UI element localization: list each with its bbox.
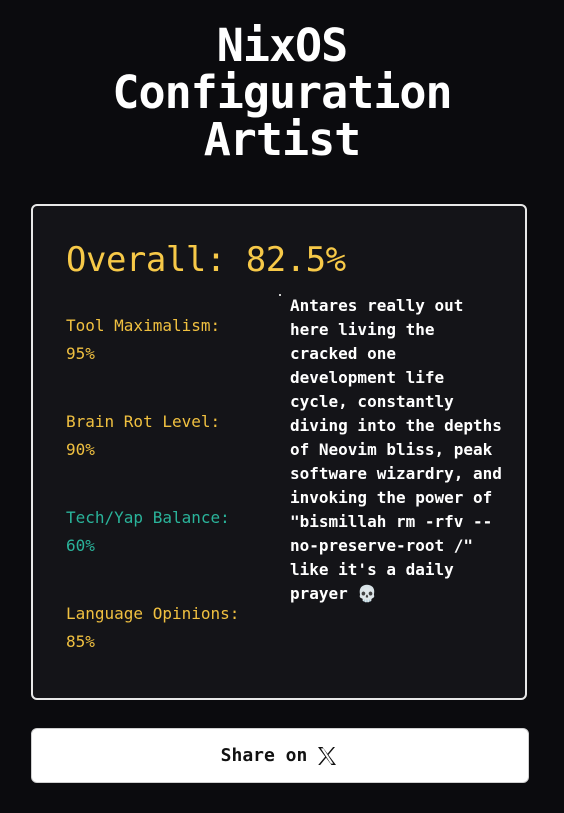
metric-value: 60% (66, 536, 95, 555)
metric-tech-yap-balance: Tech/Yap Balance: 60% (66, 504, 230, 560)
metric-name: Tech/Yap Balance: (66, 508, 230, 527)
x-logo-icon (318, 746, 337, 765)
metric-value: 90% (66, 440, 95, 459)
share-label: Share on (220, 745, 308, 766)
metric-tool-maximalism: Tool Maximalism: 95% (66, 312, 220, 368)
share-on-x-button[interactable]: Share on (31, 728, 529, 783)
metric-name: Language Opinions: (66, 604, 240, 623)
page-title: NixOS Configuration Artist (0, 22, 564, 163)
result-card: Overall: 82.5% Tool Maximalism: 95% Brai… (31, 204, 527, 700)
title-line-1: NixOS (216, 19, 348, 72)
metric-language-opinions: Language Opinions: 85% (66, 600, 239, 656)
metric-value: 85% (66, 632, 95, 651)
metric-name: Tool Maximalism: (66, 316, 221, 335)
description-text: Antares really out here living the crack… (290, 296, 502, 603)
overall-score: Overall: 82.5% (66, 240, 346, 280)
metric-value: 95% (66, 344, 95, 363)
title-line-3: Artist (203, 113, 362, 166)
metric-brain-rot-level: Brain Rot Level: 90% (66, 408, 220, 464)
metric-name: Brain Rot Level: (66, 412, 221, 431)
title-line-2: Configuration (112, 66, 452, 119)
decorative-dot (279, 294, 281, 296)
